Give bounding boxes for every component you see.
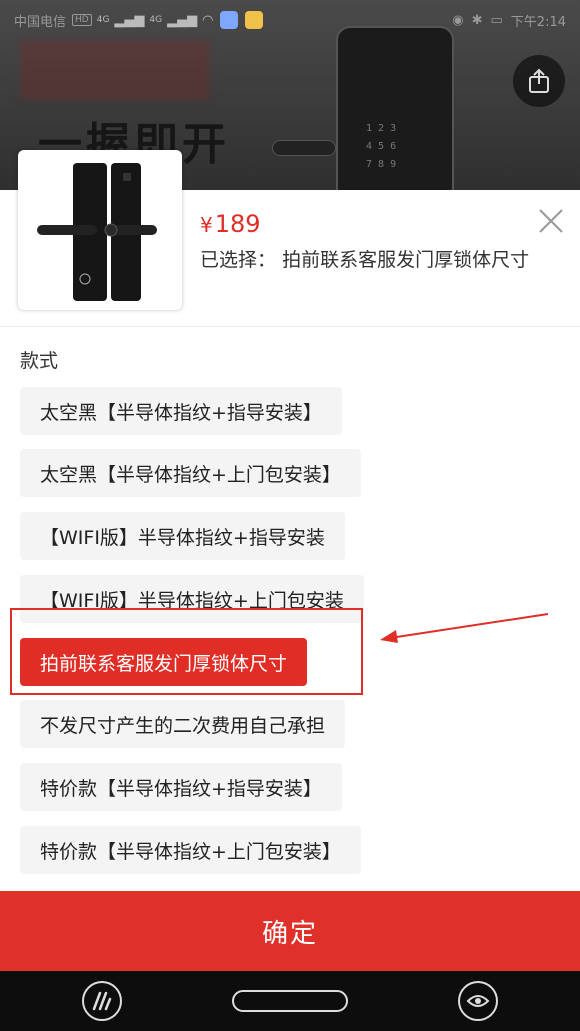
product-thumbnail (18, 150, 182, 310)
clock: 下午2:14 (510, 14, 566, 30)
status-right: ◉ ✱ ▭ 下午2:14 (452, 11, 566, 30)
carrier-label: 中国电信 (14, 14, 67, 30)
share-icon (529, 68, 549, 93)
backdrop-lock-handle (272, 140, 336, 156)
option-chip[interactable]: 特价款【半导体指纹+指导安装】 (20, 763, 342, 811)
wifi-icon: ◠ (202, 12, 214, 28)
option-chip[interactable]: 【WIFI版】半导体指纹+上门包安装 (20, 575, 364, 623)
app-notification-icon-2 (245, 11, 264, 29)
annotation-arrow-icon (380, 613, 549, 643)
option-chip[interactable]: 不发尺寸产生的二次费用自己承担 (20, 700, 346, 748)
door-lock-image (37, 163, 157, 301)
signal-icon-2: ▂▄▆ (167, 12, 198, 28)
option-chip-selected[interactable]: 拍前联系客服发门厚锁体尺寸 (20, 638, 308, 686)
option-chip[interactable]: 【WIFI版】半导体指纹+指导安装 (20, 512, 345, 560)
selected-summary: 已选择： 拍前联系客服发门厚锁体尺寸 (200, 246, 550, 274)
option-chip[interactable]: 特价款【半导体指纹+上门包安装】 (20, 826, 361, 874)
divider (0, 326, 580, 327)
eye-icon: ◉ (452, 12, 464, 28)
system-nav-bar (0, 971, 580, 1031)
network-label-1: 4G (96, 15, 110, 25)
blurred-banner (20, 40, 210, 100)
status-icons: HD 4G ▂▄▆ 4G ▂▄▆ ◠ (72, 11, 264, 29)
nav-app-button[interactable] (82, 981, 122, 1021)
hd-badge: HD (72, 14, 92, 26)
share-button[interactable] (513, 55, 565, 107)
network-label-2: 4G (149, 15, 163, 25)
nav-home-pill[interactable] (232, 990, 348, 1012)
close-icon (539, 209, 563, 233)
close-button[interactable] (534, 204, 568, 238)
nav-eye-icon (466, 995, 490, 1007)
backdrop-lock-image: 1 2 34 5 67 8 9 (336, 26, 454, 200)
section-title-style: 款式 (20, 350, 59, 372)
nav-app-icon (92, 991, 112, 1011)
selected-prefix: 已选择： (200, 249, 277, 271)
option-chip[interactable]: 太空黑【半导体指纹+指导安装】 (20, 387, 342, 435)
signal-icon: ▂▄▆ (114, 12, 145, 28)
price-value: 189 (214, 210, 261, 238)
status-bar: 中国电信 HD 4G ▂▄▆ 4G ▂▄▆ ◠ ◉ ✱ ▭ 下午2:14 (0, 0, 580, 40)
currency-symbol: ¥ (200, 213, 213, 237)
price: ¥189 (200, 210, 261, 238)
app-notification-icon (220, 11, 239, 29)
keypad-icon: 1 2 34 5 67 8 9 (366, 123, 397, 170)
bluetooth-icon: ✱ (471, 12, 483, 28)
selected-value: 拍前联系客服发门厚锁体尺寸 (282, 249, 530, 271)
confirm-button[interactable]: 确定 (0, 891, 580, 971)
option-chip[interactable]: 太空黑【半导体指纹+上门包安装】 (20, 449, 361, 497)
battery-icon: ▭ (490, 12, 503, 28)
nav-eye-button[interactable] (458, 981, 498, 1021)
